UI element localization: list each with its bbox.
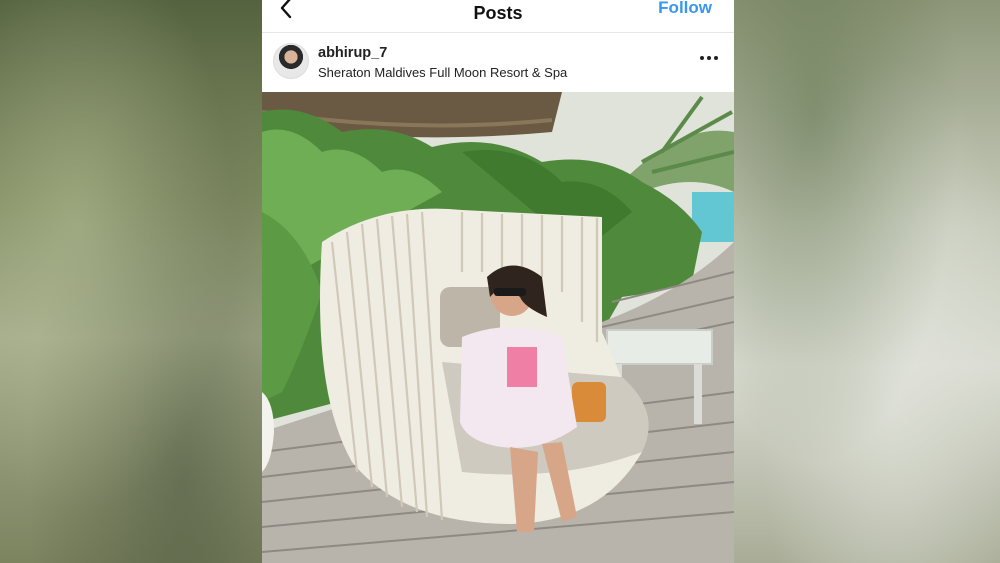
username-link[interactable]: abhirup_7 — [318, 45, 387, 61]
blurred-background-right — [734, 0, 1000, 563]
location-link[interactable]: Sheraton Maldives Full Moon Resort & Spa — [318, 65, 567, 80]
blurred-background-left — [0, 0, 262, 563]
top-nav-bar: Posts Follow — [262, 0, 734, 33]
post-photo[interactable] — [262, 92, 734, 563]
avatar[interactable] — [273, 43, 309, 79]
instagram-post-screen: Posts Follow abhirup_7 Sheraton Maldives… — [262, 0, 734, 563]
more-horizontal-icon[interactable] — [698, 51, 720, 65]
post-header: abhirup_7 Sheraton Maldives Full Moon Re… — [262, 33, 734, 91]
follow-button[interactable]: Follow — [658, 0, 712, 18]
